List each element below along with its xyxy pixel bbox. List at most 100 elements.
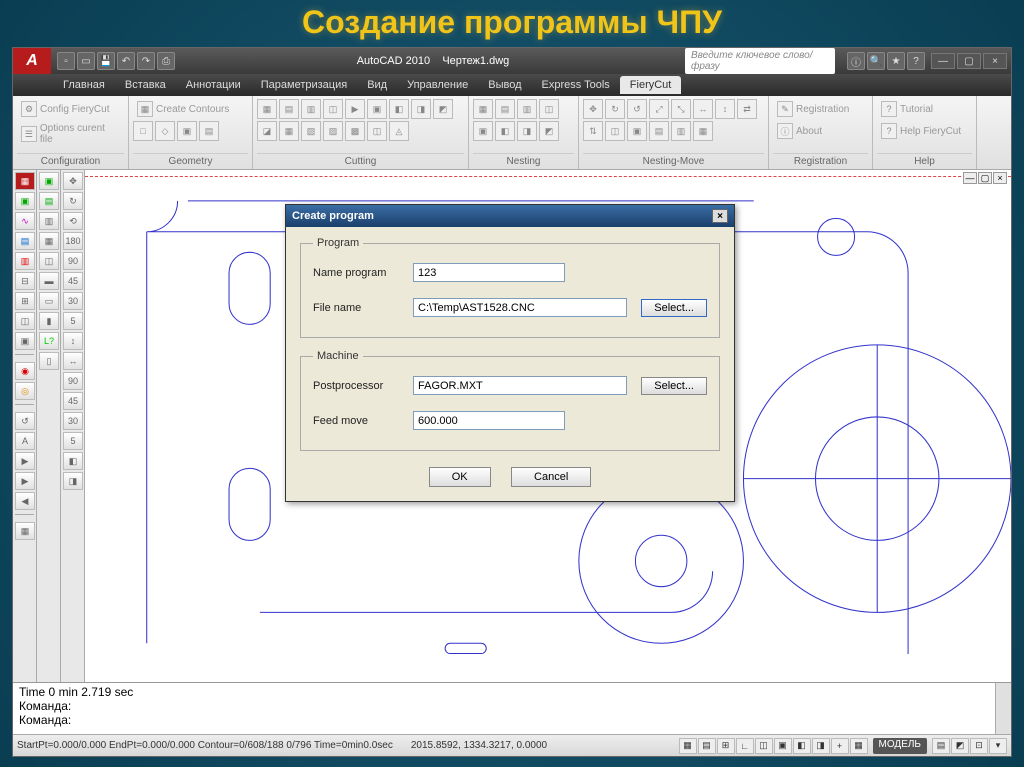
tool-icon[interactable]: ▶ — [15, 452, 35, 470]
tool-icon[interactable]: 5 — [63, 432, 83, 450]
status-icon[interactable]: ▾ — [989, 738, 1007, 754]
tab-home[interactable]: Главная — [53, 76, 115, 94]
cmd-scrollbar[interactable] — [995, 683, 1011, 734]
nest-icon-5[interactable]: ▣ — [473, 121, 493, 141]
tool-icon[interactable]: ▯ — [39, 352, 59, 370]
move-icon-14[interactable]: ▦ — [693, 121, 713, 141]
tab-view[interactable]: Вид — [357, 76, 397, 94]
cut-icon-10[interactable]: ◪ — [257, 121, 277, 141]
qat-save-icon[interactable]: 💾 — [97, 52, 115, 70]
tool-icon[interactable]: 30 — [63, 292, 83, 310]
tool-icon[interactable]: ▥ — [15, 252, 35, 270]
tool-icon[interactable]: ▣ — [15, 192, 35, 210]
tool-icon[interactable]: 90 — [63, 252, 83, 270]
feed-move-input[interactable] — [413, 411, 565, 430]
tool-icon[interactable]: ⟲ — [63, 212, 83, 230]
status-icon[interactable]: ⊡ — [970, 738, 988, 754]
tool-icon[interactable]: 180 — [63, 232, 83, 250]
tool-icon[interactable]: 5 — [63, 312, 83, 330]
move-icon-3[interactable]: ↺ — [627, 99, 647, 119]
nest-icon-3[interactable]: ▥ — [517, 99, 537, 119]
move-icon-5[interactable]: ⤡ — [671, 99, 691, 119]
app-logo[interactable]: A — [13, 48, 51, 74]
tool-icon[interactable]: ▣ — [39, 172, 59, 190]
cut-icon-12[interactable]: ▧ — [301, 121, 321, 141]
help-icon[interactable]: ? — [907, 52, 925, 70]
tool-icon[interactable]: 30 — [63, 412, 83, 430]
tab-fierycut[interactable]: FieryCut — [620, 76, 682, 94]
move-icon-8[interactable]: ⇄ — [737, 99, 757, 119]
tool-icon[interactable]: ↺ — [15, 412, 35, 430]
tool-icon[interactable]: ▤ — [15, 232, 35, 250]
status-icon[interactable]: + — [831, 738, 849, 754]
move-icon-4[interactable]: ⤢ — [649, 99, 669, 119]
tool-icon[interactable]: ✥ — [63, 172, 83, 190]
tab-output[interactable]: Вывод — [478, 76, 531, 94]
tool-icon[interactable]: ◉ — [15, 362, 35, 380]
cut-icon-7[interactable]: ◧ — [389, 99, 409, 119]
ok-button[interactable]: OK — [429, 467, 491, 487]
drawing-canvas[interactable]: — ▢ × — [85, 170, 1011, 682]
tool-icon[interactable]: ▦ — [15, 522, 35, 540]
status-model[interactable]: МОДЕЛЬ — [873, 738, 927, 754]
status-icon[interactable]: ▦ — [850, 738, 868, 754]
tab-parametric[interactable]: Параметризация — [251, 76, 357, 94]
close-button[interactable]: × — [983, 53, 1007, 69]
status-icon[interactable]: ▣ — [774, 738, 792, 754]
status-icon[interactable]: ▤ — [698, 738, 716, 754]
tool-icon[interactable]: ▬ — [39, 272, 59, 290]
qat-new-icon[interactable]: ▫ — [57, 52, 75, 70]
command-panel[interactable]: Time 0 min 2.719 sec Команда: Команда: — [13, 682, 1011, 734]
registration-button[interactable]: ✎Registration — [773, 99, 853, 119]
status-icon[interactable]: ▤ — [932, 738, 950, 754]
qat-open-icon[interactable]: ▭ — [77, 52, 95, 70]
about-button[interactable]: ⓘAbout — [773, 121, 826, 141]
tool-icon[interactable]: ◫ — [15, 312, 35, 330]
star-icon[interactable]: ★ — [887, 52, 905, 70]
dialog-close-button[interactable]: × — [712, 209, 728, 223]
status-icon[interactable]: ◩ — [951, 738, 969, 754]
nest-icon-8[interactable]: ◩ — [539, 121, 559, 141]
cut-icon-6[interactable]: ▣ — [367, 99, 387, 119]
tool-icon[interactable]: ∿ — [15, 212, 35, 230]
search-input[interactable]: Введите ключевое слово/фразу — [685, 48, 835, 74]
file-name-input[interactable] — [413, 298, 627, 317]
geom-icon-1[interactable]: □ — [133, 121, 153, 141]
tool-icon[interactable]: L? — [39, 332, 59, 350]
geom-icon-4[interactable]: ▤ — [199, 121, 219, 141]
tab-manage[interactable]: Управление — [397, 76, 478, 94]
tool-icon[interactable]: ▭ — [39, 292, 59, 310]
help-fierycut-button[interactable]: ?Help FieryCut — [877, 121, 965, 141]
geom-icon-3[interactable]: ▣ — [177, 121, 197, 141]
tool-icon[interactable]: ↻ — [63, 192, 83, 210]
move-icon-7[interactable]: ↕ — [715, 99, 735, 119]
geom-icon-2[interactable]: ◇ — [155, 121, 175, 141]
tool-icon[interactable]: A — [15, 432, 35, 450]
cut-icon-5[interactable]: ▶ — [345, 99, 365, 119]
status-icon[interactable]: ∟ — [736, 738, 754, 754]
tab-express[interactable]: Express Tools — [532, 76, 620, 94]
tool-icon[interactable]: ◨ — [63, 472, 83, 490]
move-icon-1[interactable]: ✥ — [583, 99, 603, 119]
tool-icon[interactable]: ◎ — [15, 382, 35, 400]
tool-icon[interactable]: ↕ — [63, 332, 83, 350]
minimize-button[interactable]: — — [931, 53, 955, 69]
cut-icon-11[interactable]: ▦ — [279, 121, 299, 141]
cut-icon-2[interactable]: ▤ — [279, 99, 299, 119]
move-icon-9[interactable]: ⇅ — [583, 121, 603, 141]
nest-icon-6[interactable]: ◧ — [495, 121, 515, 141]
move-icon-13[interactable]: ▥ — [671, 121, 691, 141]
move-icon-6[interactable]: ↔ — [693, 99, 713, 119]
qat-redo-icon[interactable]: ↷ — [137, 52, 155, 70]
cut-icon-4[interactable]: ◫ — [323, 99, 343, 119]
infocenter-icon[interactable]: ⓘ — [847, 52, 865, 70]
tab-insert[interactable]: Вставка — [115, 76, 176, 94]
tool-icon[interactable]: ⊟ — [15, 272, 35, 290]
tool-icon[interactable]: ▦ — [15, 172, 35, 190]
tool-icon[interactable]: ↔ — [63, 352, 83, 370]
tool-icon[interactable]: 45 — [63, 392, 83, 410]
postprocessor-input[interactable] — [413, 376, 627, 395]
nest-icon-4[interactable]: ◫ — [539, 99, 559, 119]
cut-icon-13[interactable]: ▨ — [323, 121, 343, 141]
tool-icon[interactable]: ▮ — [39, 312, 59, 330]
